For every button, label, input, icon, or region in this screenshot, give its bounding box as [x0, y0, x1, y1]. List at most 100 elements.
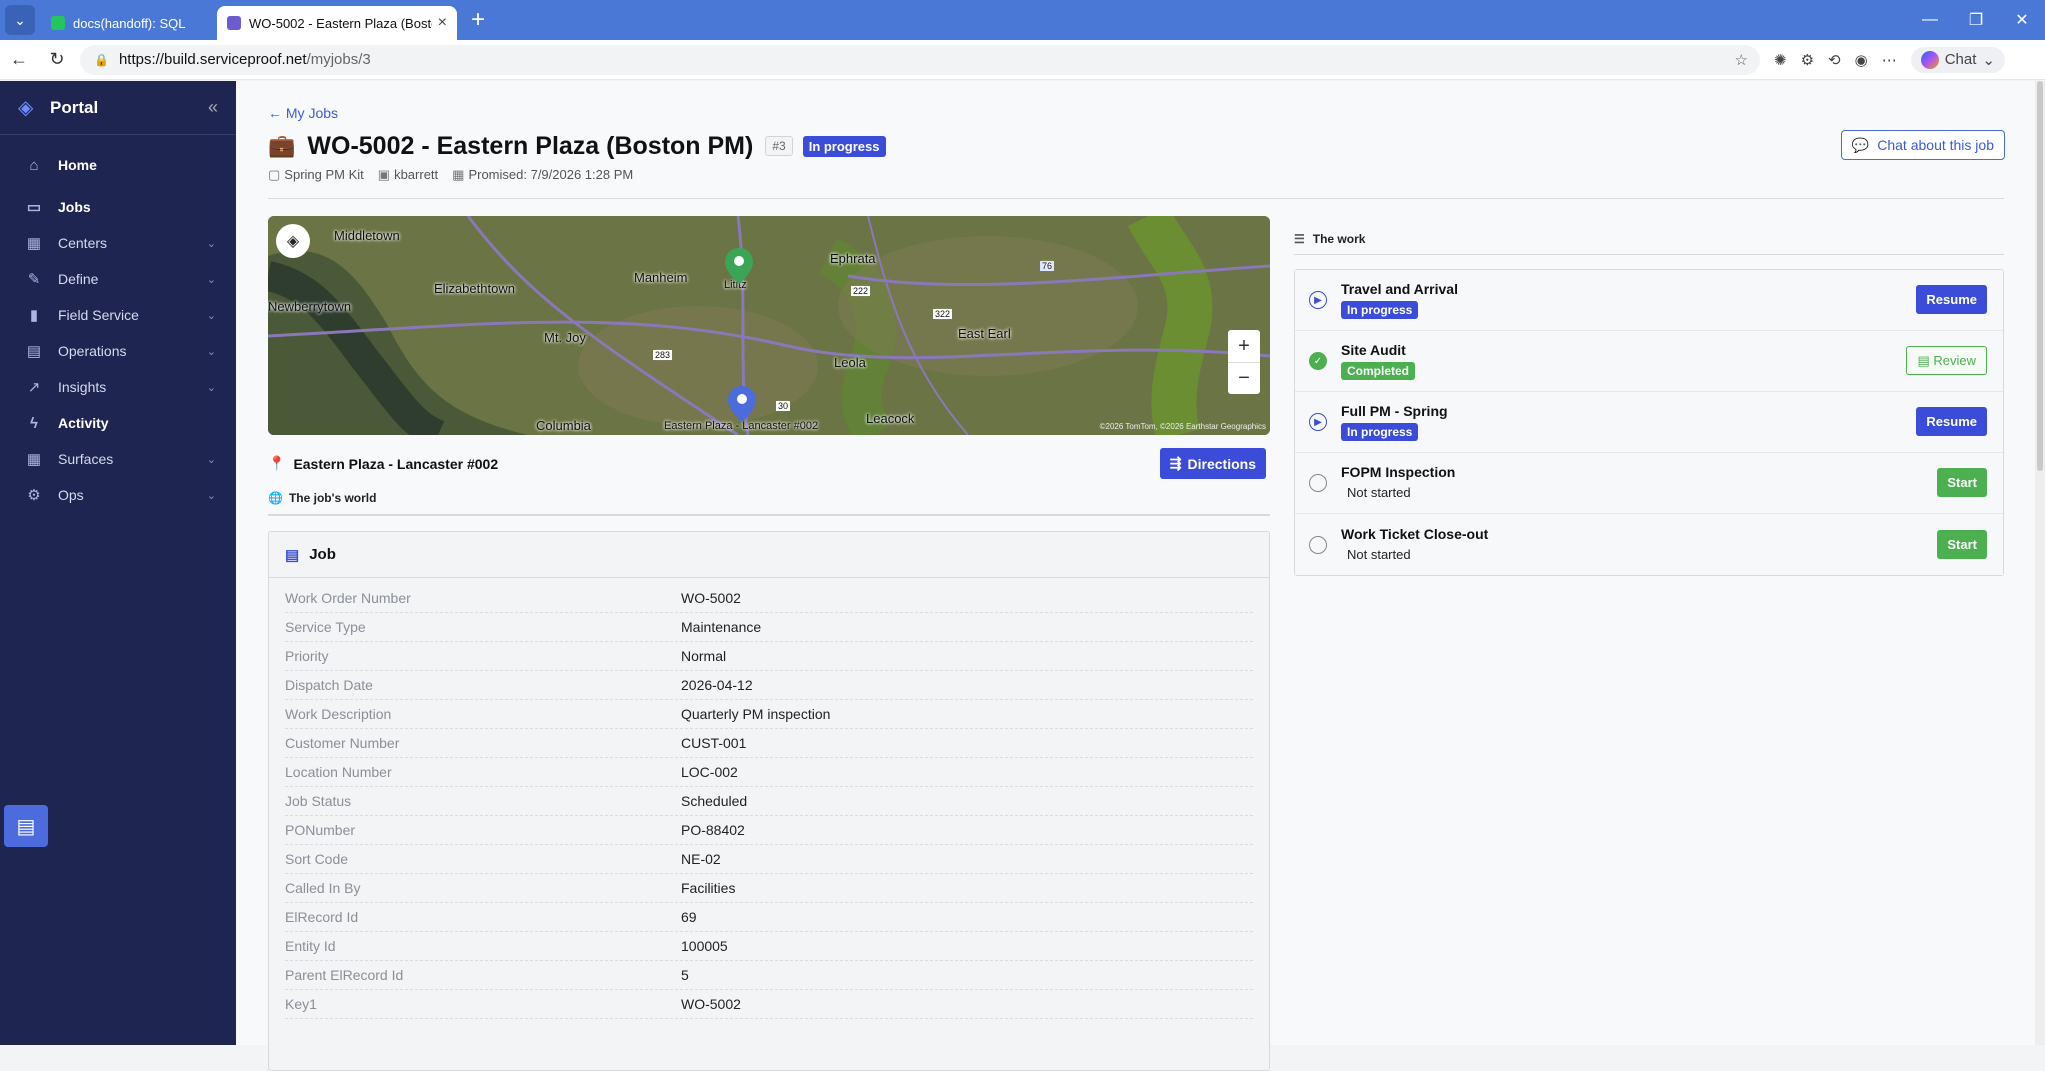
green-map-pin-icon[interactable] [725, 248, 753, 284]
briefcase-icon: ▤ [26, 343, 42, 360]
reload-icon[interactable]: ↻ [38, 49, 76, 70]
job-field-row: Work Order Number WO-5002 [285, 584, 1253, 613]
location-row: 📍 Eastern Plaza - Lancaster #002 ⇶ Direct… [268, 448, 1270, 479]
zoom-in-button[interactable]: + [1228, 330, 1260, 362]
job-card-header: ▤ Job [269, 532, 1269, 578]
zoom-out-button[interactable]: − [1228, 362, 1260, 394]
restore-icon[interactable]: ❐ [1953, 10, 1999, 30]
field-label: Location Number [285, 764, 392, 780]
sidebar-item-centers[interactable]: ▦ Centers ⌄ [0, 225, 236, 261]
field-label: Sort Code [285, 851, 349, 867]
chevron-down-icon: ⌄ [206, 309, 216, 322]
resume-button[interactable]: Resume [1916, 407, 1987, 436]
task-status-badge: In progress [1341, 423, 1419, 441]
sidebar-item-surfaces[interactable]: ▦ Surfaces ⌄ [0, 441, 236, 477]
sidebar-item-insights[interactable]: ↗ Insights ⌄ [0, 369, 236, 405]
puzzle-icon[interactable]: ⚙ [1801, 51, 1814, 69]
job-field-row: PONumber PO-88402 [285, 816, 1253, 845]
task-status-badge: Completed [1341, 362, 1416, 380]
field-label: Service Type [285, 619, 366, 635]
directions-button[interactable]: ⇶ Directions [1159, 448, 1266, 479]
sidebar-item-activity[interactable]: ϟ Activity [0, 405, 236, 441]
checkbox-favicon-icon [51, 16, 65, 30]
page-scrollbar[interactable] [2035, 81, 2045, 1045]
sidebar-item-label: Home [58, 157, 97, 173]
start-button[interactable]: Start [1937, 468, 1987, 497]
document-icon: ▤ [1917, 353, 1934, 368]
field-value: 100005 [681, 938, 728, 954]
sidebar-item-define[interactable]: ✎ Define ⌄ [0, 261, 236, 297]
scrollbar-thumb[interactable] [2037, 81, 2043, 471]
browser-tab-docs[interactable]: docs(handoff): SQL [41, 6, 211, 40]
sidebar-item-label: Operations [58, 343, 127, 359]
job-field-row: Job Status Scheduled [285, 787, 1253, 816]
location-map[interactable]: Middletown Elizabethtown Newberrytown Ma… [268, 216, 1270, 435]
sidebar-item-ops[interactable]: ⚙ Ops ⌄ [0, 477, 236, 513]
tab-list-button[interactable]: ⌄ [5, 5, 35, 35]
job-card-title: Job [309, 546, 336, 563]
chat-job-label: Chat about this job [1877, 137, 1994, 153]
back-to-my-jobs-link[interactable]: ← My Jobs [268, 105, 338, 121]
sidebar-item-field-service[interactable]: ▮ Field Service ⌄ [0, 297, 236, 333]
home-icon: ⌂ [29, 156, 39, 174]
map-label: Columbia [536, 418, 591, 433]
url-field[interactable]: 🔒 https://build.serviceproof.net /myjobs… [80, 44, 1760, 75]
profile-avatar-icon[interactable]: ◉ [1855, 51, 1868, 69]
globe-icon: 🌐 [268, 491, 283, 505]
task-row[interactable]: ▶ Travel and Arrival In progress Resume [1295, 270, 2003, 331]
chart-bars-icon: ▮ [29, 307, 39, 324]
favorite-star-icon[interactable]: ☆ [1735, 51, 1748, 69]
task-name: FOPM Inspection [1341, 464, 1456, 480]
chevron-down-icon: ⌄ [206, 489, 216, 502]
main-content: ← My Jobs 💼 WO-5002 - Eastern Plaza (Bos… [236, 81, 2045, 1071]
close-tab-icon[interactable]: × [438, 14, 447, 32]
meta-promised-text: Promised: 7/9/2026 1:28 PM [468, 167, 634, 182]
sidebar-header: ◈ Portal « [0, 81, 236, 135]
extension-sparkle-icon[interactable]: ✺ [1774, 51, 1787, 69]
copilot-chat-button[interactable]: Chat ⌄ [1910, 46, 2005, 73]
meta-promised: ▦ Promised: 7/9/2026 1:28 PM [452, 167, 633, 183]
field-value: PO-88402 [681, 822, 745, 838]
map-pin-icon: 📍 [268, 455, 286, 471]
minimize-icon[interactable]: — [1907, 11, 1953, 29]
task-row[interactable]: Work Ticket Close-out Not started Start [1295, 514, 2003, 575]
new-tab-button[interactable]: + [471, 6, 485, 34]
task-status-text: Not started [1347, 546, 1411, 562]
task-row[interactable]: ▶ Full PM - Spring In progress Resume [1295, 392, 2003, 453]
work-divider [1294, 254, 2004, 255]
map-label: Manheim [634, 270, 688, 285]
sidebar-item-home[interactable]: ⌂ Home [0, 147, 236, 183]
task-row[interactable]: FOPM Inspection Not started Start [1295, 453, 2003, 514]
job-field-row: Customer Number CUST-001 [285, 729, 1253, 758]
map-layers-button[interactable]: ◈ [276, 224, 310, 258]
field-value: Facilities [681, 880, 736, 896]
job-details-card: ▤ Job Work Order Number WO-5002 Service Typ… [268, 531, 1270, 1071]
sidebar-item-operations[interactable]: ▤ Operations ⌄ [0, 333, 236, 369]
back-arrow-icon[interactable]: ← [0, 49, 38, 70]
job-field-row: Parent ElRecord Id 5 [285, 961, 1253, 990]
floating-chat-button[interactable]: ▤ [4, 805, 48, 847]
history-icon[interactable]: ⟲ [1828, 51, 1841, 69]
browser-tab-bar: ⌄ docs(handoff): SQL WO-5002 - Eastern P… [0, 0, 2045, 40]
more-menu-icon[interactable]: ⋯ [1882, 51, 1897, 69]
url-path: /myjobs/3 [306, 51, 371, 68]
window-controls: — ❐ ✕ [1907, 0, 2045, 40]
sidebar-item-jobs[interactable]: ▭ Jobs [0, 189, 236, 225]
field-label: Key1 [285, 996, 317, 1012]
sidebar: ◈ Portal « ⌂ Home ▭ Jobs ▦ Centers ⌄ ✎ Define… [0, 81, 236, 1045]
blue-map-pin-icon[interactable] [728, 386, 756, 422]
browser-tab-job[interactable]: WO-5002 - Eastern Plaza (Boston PM) × [217, 6, 457, 40]
task-row[interactable]: ✓ Site Audit Completed ▤ Review [1295, 331, 2003, 392]
start-button[interactable]: Start [1937, 529, 1987, 559]
chat-about-job-button[interactable]: 💬 Chat about this job [1840, 130, 2005, 160]
field-label: ElRecord Id [285, 909, 359, 925]
close-window-icon[interactable]: ✕ [1999, 10, 2045, 30]
bolt-icon: ϟ [30, 414, 38, 432]
map-label: Mt. Joy [544, 330, 586, 345]
sidebar-item-label: Ops [58, 487, 84, 503]
review-button[interactable]: ▤ Review [1906, 346, 1987, 375]
job-field-row: Sort Code NE-02 [285, 845, 1253, 874]
back-label: My Jobs [285, 105, 339, 121]
resume-button[interactable]: Resume [1916, 285, 1987, 314]
collapse-sidebar-icon[interactable]: « [208, 97, 218, 118]
